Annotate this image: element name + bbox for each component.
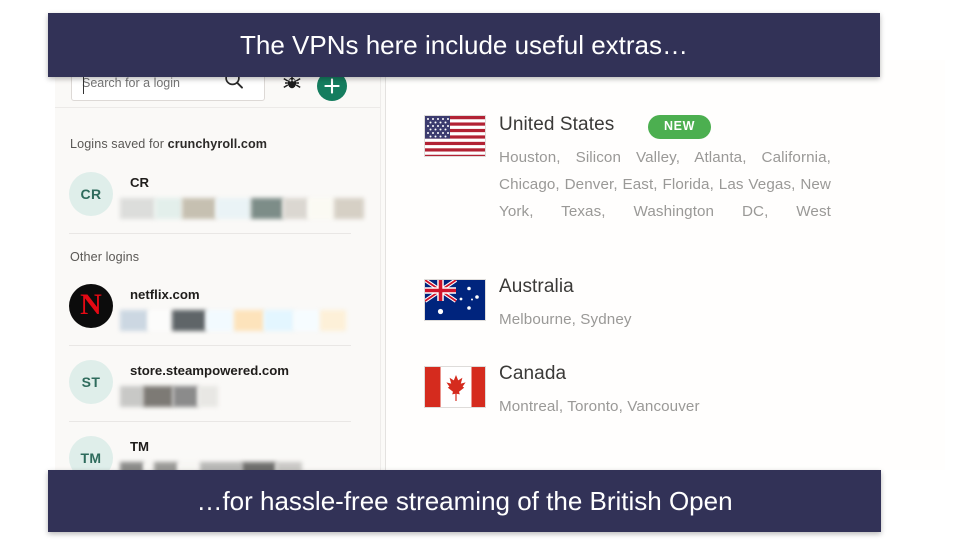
redacted-block [173, 386, 198, 407]
avatar: ST [69, 360, 113, 404]
list-item[interactable]: TM TM [55, 426, 380, 470]
redacted-block [178, 462, 200, 470]
list-item-title: CR [130, 175, 150, 190]
redacted-block [154, 462, 178, 470]
redacted-block [283, 198, 308, 219]
city-list: Melbourne, Sydney [499, 311, 632, 328]
list-item[interactable]: N netflix.com [55, 274, 380, 346]
redacted-block [120, 198, 155, 219]
top-caption-banner: The VPNs here include useful extras… [48, 13, 880, 77]
avatar: TM [69, 436, 113, 470]
bottom-caption-banner: …for hassle-free streaming of the Britis… [48, 470, 881, 532]
saved-logins-heading: Logins saved for crunchyroll.com [70, 137, 267, 151]
redacted-block [242, 462, 276, 470]
list-item[interactable]: ST store.steampowered.com [55, 350, 380, 422]
redacted-block [155, 198, 182, 219]
redacted-block [182, 198, 216, 219]
redacted-block [144, 462, 154, 470]
redacted-block [234, 310, 264, 331]
list-item-title: netflix.com [130, 287, 200, 302]
redacted-credentials [120, 462, 302, 470]
redacted-block [294, 310, 320, 331]
divider [69, 421, 351, 422]
list-item[interactable]: Australia Melbourne, Sydney [386, 276, 945, 338]
divider [69, 345, 351, 346]
redacted-block [308, 198, 334, 219]
divider [69, 233, 351, 234]
list-item-title: store.steampowered.com [130, 363, 290, 378]
list-item[interactable]: Canada Montreal, Toronto, Vancouver [386, 363, 945, 425]
list-item[interactable]: United States NEW Houston, Silicon Valle… [386, 108, 945, 238]
saved-logins-prefix: Logins saved for [70, 137, 168, 151]
redacted-block [320, 310, 346, 331]
avatar: N [69, 284, 113, 328]
redacted-block [198, 386, 218, 407]
city-list: Montreal, Toronto, Vancouver [499, 398, 700, 415]
redacted-block [120, 310, 148, 331]
flag-us-icon [424, 115, 486, 157]
country-name: United States [499, 114, 615, 135]
list-item-title: TM [130, 439, 150, 454]
redacted-block [120, 386, 143, 407]
redacted-block [276, 462, 302, 470]
country-name: Canada [499, 363, 567, 384]
redacted-block [143, 386, 173, 407]
flag-ca-icon [424, 366, 486, 408]
redacted-block [120, 462, 144, 470]
redacted-credentials [120, 198, 364, 219]
list-item[interactable]: CR CR [55, 162, 380, 234]
redacted-credentials [120, 310, 346, 331]
flag-au-icon [424, 279, 486, 321]
password-manager-window: Logins saved for crunchyroll.com CR CR O… [55, 60, 945, 470]
saved-logins-domain: crunchyroll.com [167, 137, 268, 151]
redacted-block [200, 462, 242, 470]
logins-sidebar: Logins saved for crunchyroll.com CR CR O… [55, 60, 380, 470]
redacted-block [216, 198, 251, 219]
redacted-block [148, 310, 172, 331]
divider [380, 60, 381, 470]
status-badge: NEW [648, 115, 711, 139]
redacted-block [206, 310, 234, 331]
city-list: Houston, Silicon Valley, Atlanta, Califo… [499, 149, 831, 220]
redacted-block [251, 198, 283, 219]
redacted-block [334, 198, 364, 219]
redacted-block [264, 310, 294, 331]
avatar: CR [69, 172, 113, 216]
redacted-credentials [120, 386, 218, 407]
country-name: Australia [499, 276, 574, 297]
other-logins-heading: Other logins [70, 250, 140, 264]
server-location-list: United States NEW Houston, Silicon Valle… [386, 60, 945, 470]
redacted-block [172, 310, 206, 331]
